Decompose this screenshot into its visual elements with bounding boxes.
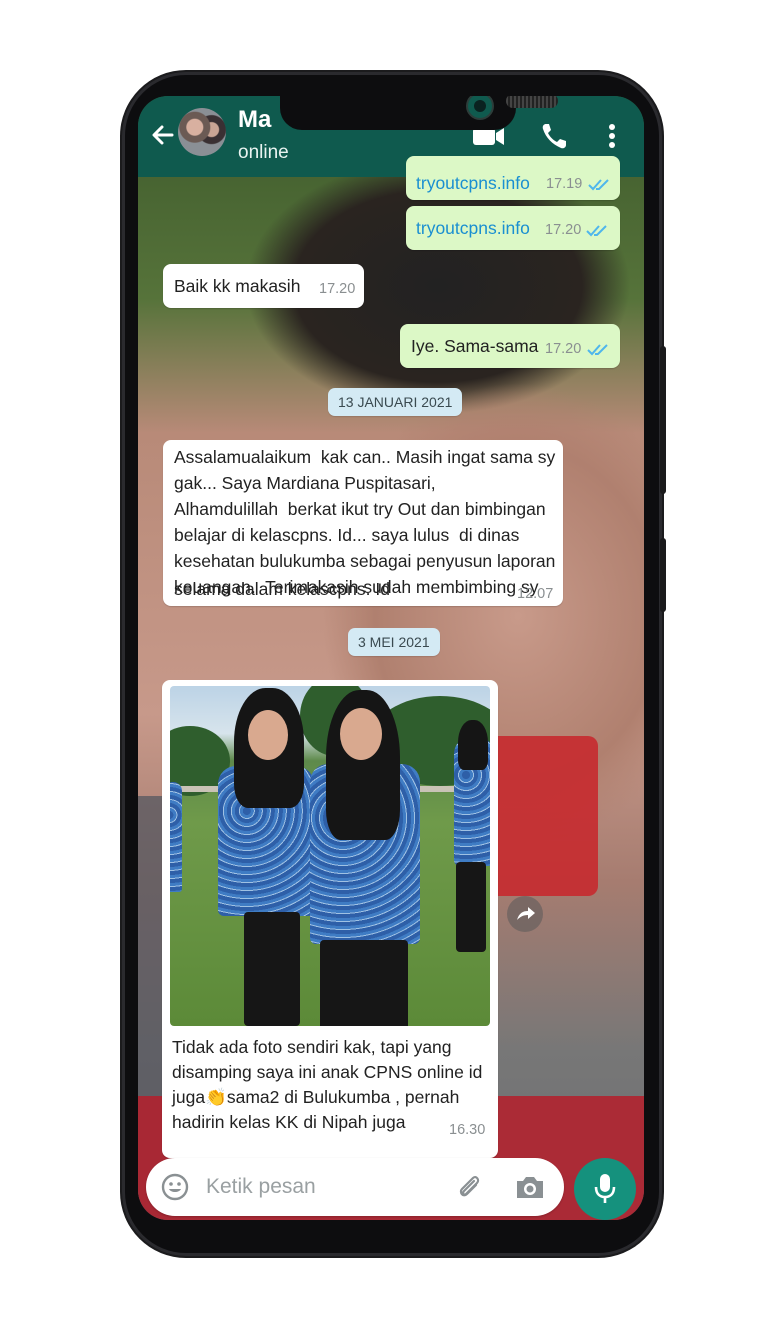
avatar[interactable]	[178, 108, 226, 156]
double-check-icon	[587, 344, 608, 356]
double-check-icon	[588, 179, 609, 191]
message-line: kesehatan bulukumba sebagai penyusun lap…	[174, 551, 556, 571]
message-time: 17.19	[546, 176, 583, 192]
message-line: Alhamdulillah berkat ikut try Out dan bi…	[174, 499, 546, 519]
message-input-bar[interactable]: Ketik pesan	[146, 1158, 564, 1216]
emoji-icon[interactable]	[160, 1172, 190, 1202]
back-arrow-icon[interactable]	[148, 120, 178, 150]
image-caption-line: Tidak ada foto sendiri kak, tapi yang	[172, 1037, 452, 1057]
message-time: 17.20	[545, 222, 582, 238]
message-time: 12.07	[517, 586, 554, 602]
earpiece-speaker	[506, 96, 558, 108]
outgoing-message[interactable]: tryoutcpns.info 17.19	[406, 156, 620, 200]
image-caption-line: hadirin kelas KK di Nipah juga	[172, 1112, 406, 1132]
shared-photo[interactable]	[170, 686, 490, 1026]
mic-icon	[594, 1174, 616, 1203]
message-text: Iye. Sama-sama	[411, 336, 539, 356]
message-input[interactable]: Ketik pesan	[206, 1175, 316, 1199]
image-caption-line: juga👏sama2 di Bulukumba , pernah	[172, 1087, 460, 1107]
message-time: 17.20	[319, 281, 356, 297]
message-line: Assalamualaikum kak can.. Masih ingat sa…	[174, 447, 556, 467]
front-camera	[466, 96, 494, 120]
message-line: belajar di kelascpns. Id... saya lulus d…	[174, 525, 520, 545]
message-text: Baik kk makasih	[174, 276, 301, 296]
voice-record-button[interactable]	[574, 1158, 636, 1220]
date-separator: 3 MEI 2021	[348, 628, 440, 656]
phone-call-icon[interactable]	[540, 120, 570, 152]
message-link[interactable]: tryoutcpns.info	[416, 170, 530, 196]
camera-icon[interactable]	[514, 1173, 546, 1201]
outgoing-message[interactable]: Iye. Sama-sama 17.20	[400, 324, 620, 368]
date-separator: 13 JANUARI 2021	[328, 388, 463, 416]
incoming-image-message[interactable]: Tidak ada foto sendiri kak, tapi yang di…	[162, 680, 498, 1158]
image-caption-line: disamping saya ini anak CPNS online id	[172, 1062, 483, 1082]
outgoing-message[interactable]: tryoutcpns.info 17.20	[406, 206, 620, 250]
message-time: 17.20	[545, 341, 582, 357]
message-time: 16.30	[449, 1122, 486, 1138]
double-check-icon	[586, 225, 607, 237]
message-line: gak... Saya Mardiana Puspitasari,	[174, 473, 436, 493]
message-line: selama dalam kelascpns. Id	[174, 579, 390, 599]
forward-icon	[517, 907, 535, 920]
power-button	[660, 538, 666, 612]
more-options-icon[interactable]	[604, 120, 620, 152]
forward-button[interactable]	[507, 896, 543, 932]
chat-screen: Ma online tryoutcpns.info 17.19 tryoutcp…	[138, 96, 644, 1220]
camera-notch	[280, 96, 558, 130]
incoming-message[interactable]: Baik kk makasih 17.20	[163, 264, 364, 308]
volume-button	[660, 346, 666, 494]
attach-icon[interactable]	[454, 1172, 484, 1202]
contact-name[interactable]: Ma	[238, 106, 271, 134]
message-link[interactable]: tryoutcpns.info	[416, 215, 530, 241]
contact-status: online	[238, 142, 289, 163]
